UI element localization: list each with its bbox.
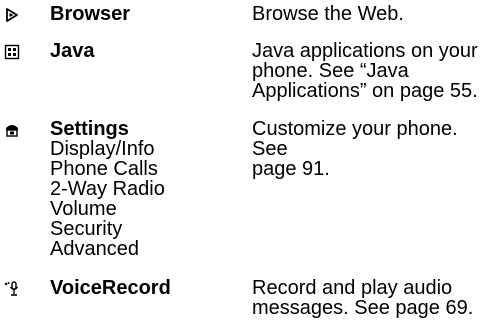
item-description: Java applications on your phone. See “Ja… bbox=[252, 41, 497, 101]
subitem-2-way-radio: 2-Way Radio bbox=[50, 178, 165, 200]
item-title: VoiceRecord bbox=[50, 277, 171, 299]
description-line: Browse the Web. bbox=[252, 3, 404, 25]
item-title: Settings bbox=[50, 118, 129, 140]
description-line: Customize your phone. See bbox=[252, 118, 458, 160]
subitem-volume: Volume bbox=[50, 198, 117, 220]
subitem-phone-calls: Phone Calls bbox=[50, 158, 158, 180]
settings-icon bbox=[6, 125, 18, 137]
item-title: Browser bbox=[50, 3, 131, 25]
voice-record-icon bbox=[4, 281, 19, 296]
item-description: Customize your phone. See page 91. bbox=[252, 119, 497, 179]
description-line: Applications” on page 55. bbox=[252, 80, 478, 102]
subitem-advanced: Advanced bbox=[50, 238, 139, 260]
subitem-security: Security bbox=[50, 218, 123, 240]
description-line: Record and play audio bbox=[252, 277, 453, 299]
description-line: page 91. bbox=[252, 158, 330, 180]
item-title: Java bbox=[50, 40, 95, 62]
subitem-display-info: Display/Info bbox=[50, 138, 155, 160]
description-line: phone. See “Java bbox=[252, 60, 409, 82]
description-line: Java applications on your bbox=[252, 40, 478, 62]
browser-icon bbox=[6, 8, 18, 22]
menu-feature-list: Browser Browse the Web. Java Java applic… bbox=[0, 0, 500, 322]
item-description: Browse the Web. bbox=[252, 4, 497, 24]
item-description: Record and play audio messages. See page… bbox=[252, 278, 497, 318]
description-line: messages. See page 69. bbox=[252, 297, 474, 319]
java-icon bbox=[4, 44, 20, 60]
